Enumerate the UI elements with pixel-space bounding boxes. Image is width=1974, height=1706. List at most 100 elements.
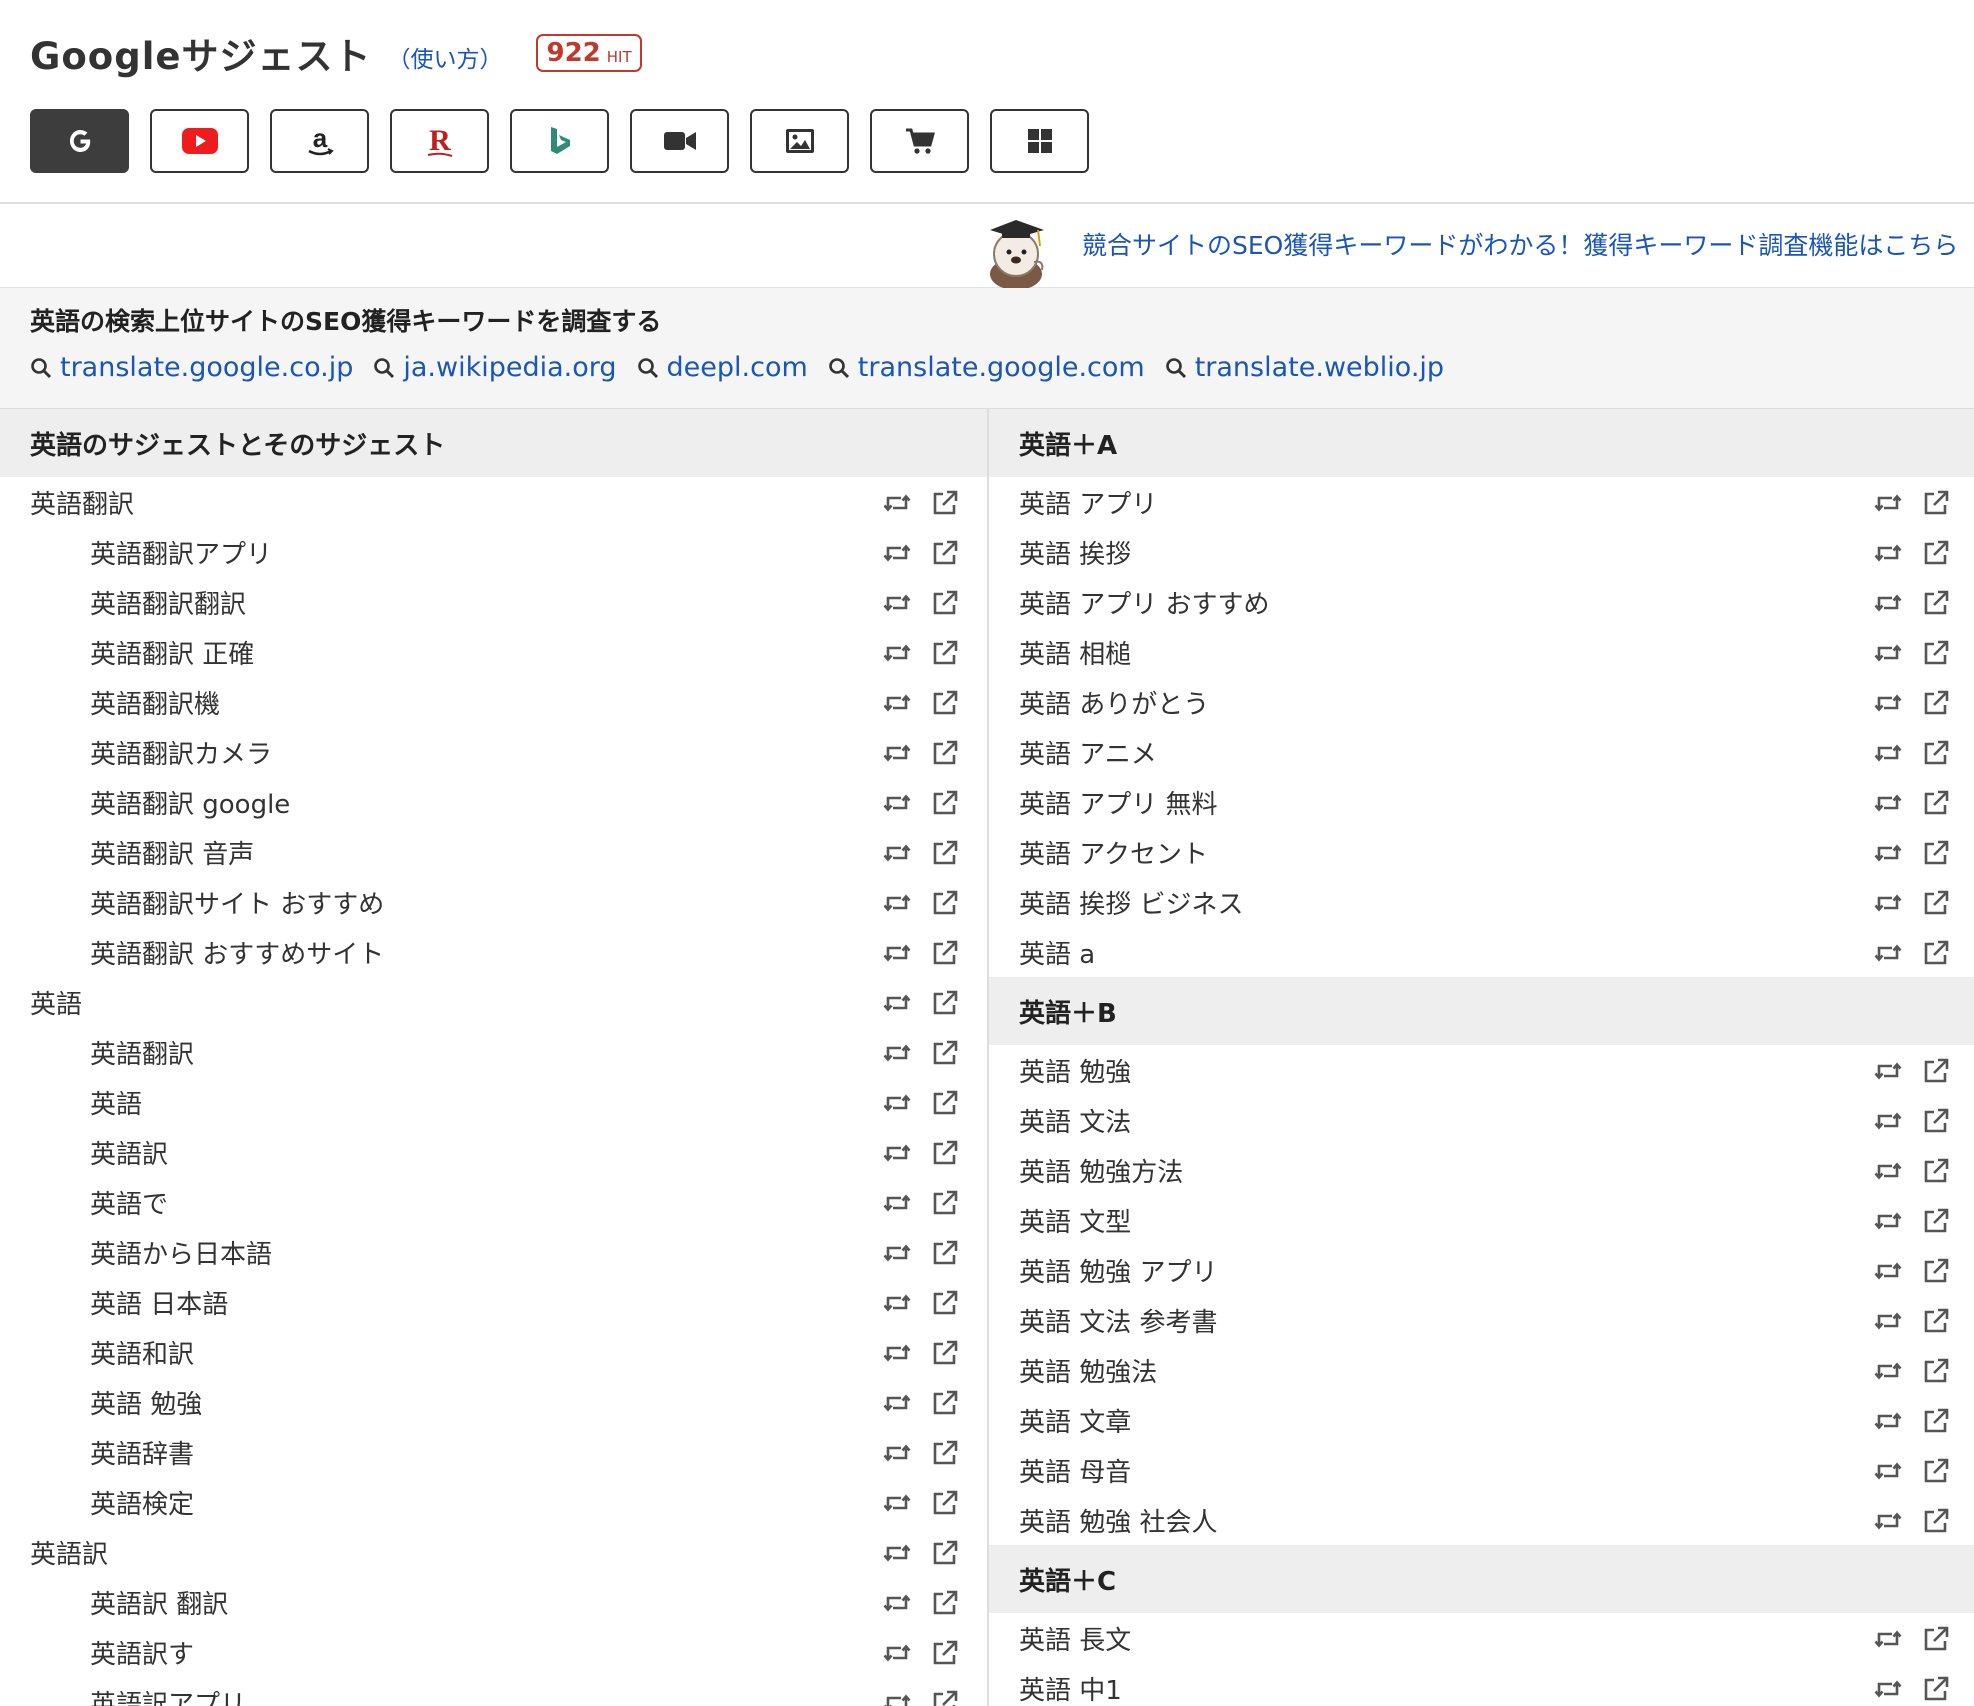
external-link-icon[interactable] [931, 1539, 959, 1567]
suggest-keyword[interactable]: 英語翻訳 [0, 1034, 194, 1071]
resuggest-icon[interactable] [883, 489, 911, 517]
amazon-button[interactable]: a [270, 109, 369, 173]
external-link-icon[interactable] [931, 1089, 959, 1117]
external-link-icon[interactable] [931, 1339, 959, 1367]
suggest-keyword[interactable]: 英語 挨拶 ビジネス [989, 884, 1244, 921]
suggest-keyword[interactable]: 英語 中1 [989, 1670, 1122, 1706]
resuggest-icon[interactable] [1874, 1107, 1902, 1135]
resuggest-icon[interactable] [883, 1439, 911, 1467]
resuggest-icon[interactable] [1874, 1675, 1902, 1703]
suggest-keyword[interactable]: 英語 勉強 社会人 [989, 1502, 1218, 1539]
external-link-icon[interactable] [931, 939, 959, 967]
suggest-keyword[interactable]: 英語翻訳 おすすめサイト [0, 934, 384, 971]
resuggest-icon[interactable] [883, 589, 911, 617]
resuggest-icon[interactable] [1874, 1057, 1902, 1085]
resuggest-icon[interactable] [883, 789, 911, 817]
external-link-icon[interactable] [931, 1439, 959, 1467]
resuggest-icon[interactable] [1874, 889, 1902, 917]
external-link-icon[interactable] [1922, 1307, 1950, 1335]
resuggest-icon[interactable] [1874, 1157, 1902, 1185]
external-link-icon[interactable] [931, 1239, 959, 1267]
youtube-button[interactable] [150, 109, 249, 173]
resuggest-icon[interactable] [883, 689, 911, 717]
suggest-keyword[interactable]: 英語 文章 [989, 1402, 1131, 1439]
external-link-icon[interactable] [931, 489, 959, 517]
resuggest-icon[interactable] [1874, 1457, 1902, 1485]
external-link-icon[interactable] [1922, 939, 1950, 967]
suggest-keyword[interactable]: 英語から日本語 [0, 1234, 272, 1271]
resuggest-icon[interactable] [883, 1689, 911, 1706]
resuggest-icon[interactable] [883, 1589, 911, 1617]
suggest-keyword[interactable]: 英語 [0, 1084, 142, 1121]
external-link-icon[interactable] [931, 1639, 959, 1667]
site-link[interactable]: translate.weblio.jp [1165, 352, 1444, 383]
external-link-icon[interactable] [1922, 739, 1950, 767]
external-link-icon[interactable] [931, 639, 959, 667]
external-link-icon[interactable] [1922, 1675, 1950, 1703]
suggest-keyword[interactable]: 英語検定 [0, 1484, 194, 1521]
resuggest-icon[interactable] [1874, 739, 1902, 767]
external-link-icon[interactable] [1922, 689, 1950, 717]
site-link[interactable]: translate.google.co.jp [30, 352, 353, 383]
suggest-keyword[interactable]: 英語 挨拶 [989, 534, 1131, 571]
external-link-icon[interactable] [1922, 639, 1950, 667]
external-link-icon[interactable] [931, 1489, 959, 1517]
resuggest-icon[interactable] [883, 539, 911, 567]
site-link[interactable]: ja.wikipedia.org [373, 352, 617, 383]
external-link-icon[interactable] [931, 1139, 959, 1167]
resuggest-icon[interactable] [1874, 789, 1902, 817]
external-link-icon[interactable] [931, 789, 959, 817]
resuggest-icon[interactable] [883, 1339, 911, 1367]
external-link-icon[interactable] [1922, 489, 1950, 517]
suggest-keyword[interactable]: 英語 アプリ [989, 484, 1157, 521]
suggest-keyword[interactable]: 英語 アプリ 無料 [989, 784, 1218, 821]
resuggest-icon[interactable] [883, 1089, 911, 1117]
site-link[interactable]: translate.google.com [828, 352, 1145, 383]
external-link-icon[interactable] [1922, 1257, 1950, 1285]
suggest-keyword[interactable]: 英語 アクセント [989, 834, 1208, 871]
suggest-keyword[interactable]: 英語 a [989, 934, 1095, 971]
bing-button[interactable] [510, 109, 609, 173]
resuggest-icon[interactable] [1874, 1257, 1902, 1285]
external-link-icon[interactable] [931, 1039, 959, 1067]
external-link-icon[interactable] [931, 889, 959, 917]
suggest-keyword[interactable]: 英語訳 翻訳 [0, 1584, 228, 1621]
windows-button[interactable] [990, 109, 1089, 173]
resuggest-icon[interactable] [1874, 689, 1902, 717]
resuggest-icon[interactable] [1874, 489, 1902, 517]
external-link-icon[interactable] [931, 1589, 959, 1617]
suggest-keyword[interactable]: 英語翻訳翻訳 [0, 584, 246, 621]
suggest-keyword[interactable]: 英語 勉強 [989, 1052, 1131, 1089]
external-link-icon[interactable] [931, 1289, 959, 1317]
google-button[interactable] [30, 109, 129, 173]
suggest-keyword[interactable]: 英語翻訳サイト おすすめ [0, 884, 384, 921]
suggest-keyword[interactable]: 英語翻訳アプリ [0, 534, 272, 571]
external-link-icon[interactable] [1922, 589, 1950, 617]
rakuten-button[interactable]: R [390, 109, 489, 173]
external-link-icon[interactable] [1922, 1625, 1950, 1653]
suggest-keyword[interactable]: 英語 [0, 984, 82, 1021]
resuggest-icon[interactable] [883, 1539, 911, 1567]
resuggest-icon[interactable] [1874, 1357, 1902, 1385]
external-link-icon[interactable] [931, 839, 959, 867]
resuggest-icon[interactable] [1874, 639, 1902, 667]
external-link-icon[interactable] [931, 589, 959, 617]
resuggest-icon[interactable] [883, 639, 911, 667]
resuggest-icon[interactable] [883, 989, 911, 1017]
suggest-keyword[interactable]: 英語 アニメ [989, 734, 1157, 771]
suggest-keyword[interactable]: 英語翻訳 google [0, 784, 290, 821]
suggest-keyword[interactable]: 英語和訳 [0, 1334, 194, 1371]
video-button[interactable] [630, 109, 729, 173]
suggest-keyword[interactable]: 英語 文法 参考書 [989, 1302, 1218, 1339]
resuggest-icon[interactable] [883, 1389, 911, 1417]
resuggest-icon[interactable] [1874, 839, 1902, 867]
suggest-keyword[interactable]: 英語 長文 [989, 1620, 1131, 1657]
suggest-keyword[interactable]: 英語 日本語 [0, 1284, 228, 1321]
external-link-icon[interactable] [931, 1389, 959, 1417]
resuggest-icon[interactable] [883, 1039, 911, 1067]
external-link-icon[interactable] [931, 1689, 959, 1706]
resuggest-icon[interactable] [883, 1139, 911, 1167]
resuggest-icon[interactable] [1874, 1407, 1902, 1435]
resuggest-icon[interactable] [1874, 589, 1902, 617]
resuggest-icon[interactable] [883, 739, 911, 767]
